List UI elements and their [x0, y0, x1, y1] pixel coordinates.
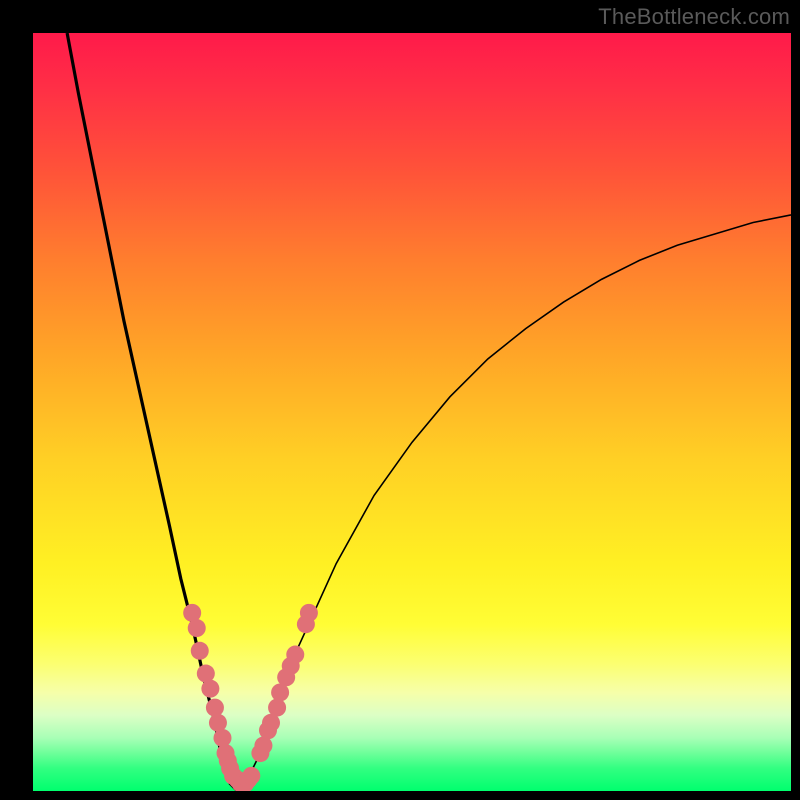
highlight-dot [286, 646, 304, 664]
highlight-dot [300, 604, 318, 622]
highlight-dots [183, 604, 318, 791]
highlight-dot [268, 699, 286, 717]
curve-layer [33, 33, 791, 791]
highlight-dot [201, 680, 219, 698]
highlight-dot [209, 714, 227, 732]
highlight-dot [197, 665, 215, 683]
highlight-dot [191, 642, 209, 660]
chart-frame: TheBottleneck.com [0, 0, 800, 800]
highlight-dot [188, 619, 206, 637]
curve-right-branch [238, 215, 791, 791]
watermark-text: TheBottleneck.com [598, 4, 790, 30]
plot-area [33, 33, 791, 791]
highlight-dot [214, 729, 232, 747]
highlight-dot [254, 737, 272, 755]
highlight-dot [206, 699, 224, 717]
highlight-dot [183, 604, 201, 622]
highlight-dot [242, 767, 260, 785]
